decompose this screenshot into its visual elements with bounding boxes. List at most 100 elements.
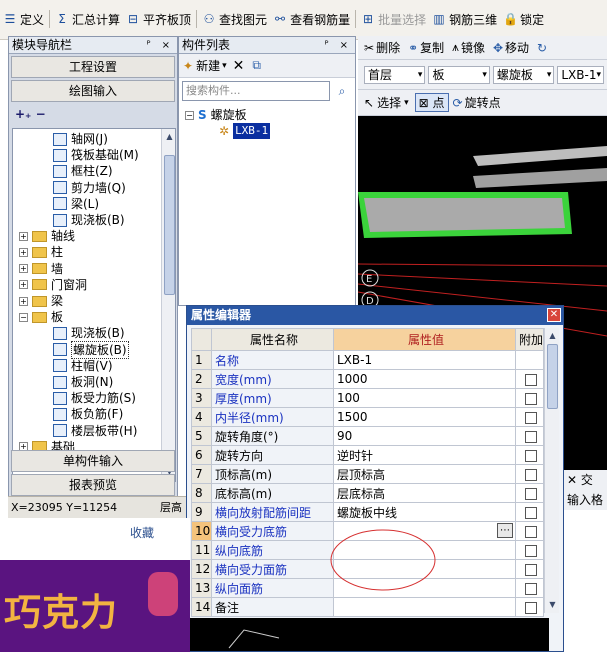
project-settings-button[interactable]: 工程设置	[11, 56, 175, 78]
add-checkbox[interactable]	[524, 487, 537, 500]
toolbar-button[interactable]: ☰ 定义	[0, 8, 47, 30]
add-checkbox[interactable]	[524, 544, 537, 557]
select-button[interactable]: 选择	[377, 94, 401, 111]
toolbar-button[interactable]: Σ 汇总计算	[52, 8, 123, 30]
subtype-select[interactable]: 螺旋板	[492, 65, 555, 84]
report-preview-button[interactable]: 报表预览	[11, 474, 175, 496]
input-label[interactable]: 输入格	[567, 493, 603, 507]
property-row[interactable]: 4 内半径(mm) 1500	[191, 407, 545, 427]
property-row[interactable]: 1 名称 LXB-1	[191, 350, 545, 370]
expand-icon[interactable]: +	[19, 264, 28, 274]
add-checkbox[interactable]	[524, 468, 537, 481]
nav-tree-item[interactable]: 梁(L)	[53, 196, 99, 212]
drawing-input-button[interactable]: 绘图输入	[11, 80, 175, 102]
add-checkbox[interactable]	[524, 449, 537, 462]
nav-tree-item[interactable]: 剪力墙(Q)	[53, 180, 126, 196]
nav-tree-item[interactable]: 板受力筋(S)	[53, 390, 136, 406]
type-select[interactable]: 板	[428, 65, 490, 84]
expand-icon[interactable]: +	[19, 280, 28, 290]
nav-tree-item[interactable]: + 墙	[19, 261, 63, 277]
scroll-up-icon[interactable]: ▲	[163, 130, 175, 143]
property-row[interactable]: 2 宽度(mm) 1000	[191, 369, 545, 389]
delete-icon[interactable]: ✕	[233, 58, 245, 74]
toolbar-button[interactable]: ⊞ 批量选择	[358, 8, 429, 30]
toolbar-button[interactable]: ▥ 钢筋三维	[429, 8, 500, 30]
copy-icon[interactable]: ⧉	[252, 58, 261, 73]
component-tree-root[interactable]: − S 螺旋板	[185, 107, 247, 123]
property-value[interactable]: 逆时针	[332, 445, 516, 465]
expand-icon[interactable]: +	[19, 247, 28, 257]
nav-tree-item[interactable]: 楼层板带(H)	[53, 423, 137, 439]
scroll-up-icon[interactable]: ▲	[546, 329, 559, 342]
mirror-button[interactable]: 镜像	[461, 39, 485, 56]
panel-controls[interactable]: ᴾ ×	[147, 37, 174, 54]
scroll-thumb[interactable]	[164, 155, 175, 295]
property-value[interactable]: 1000	[332, 369, 516, 389]
property-row[interactable]: 14 备注	[191, 597, 545, 617]
add-checkbox[interactable]	[524, 582, 537, 595]
copy-button[interactable]: 复制	[420, 39, 444, 56]
expand-icon[interactable]: +	[19, 231, 28, 241]
property-row[interactable]: 7 顶标高(m) 层顶标高	[191, 464, 545, 484]
add-checkbox[interactable]	[524, 601, 537, 614]
point-button[interactable]: ⊠ 点	[414, 93, 449, 112]
rotate-point-button[interactable]: 旋转点	[465, 94, 501, 111]
toolbar-button[interactable]: ⊟ 平齐板顶	[123, 8, 194, 30]
property-value[interactable]: LXB-1	[332, 350, 516, 370]
toolbar-button[interactable]: 🔒 锁定	[500, 8, 547, 30]
nav-tree-item[interactable]: + 门窗洞	[19, 277, 87, 293]
property-row[interactable]: 3 厚度(mm) 100	[191, 388, 545, 408]
expand-icon[interactable]: +	[19, 296, 28, 306]
collapse-icon[interactable]: −	[185, 110, 194, 120]
scroll-down-icon[interactable]: ▼	[546, 598, 559, 611]
new-button[interactable]: 新建	[196, 57, 220, 74]
ellipsis-button[interactable]: ⋯	[496, 523, 513, 538]
property-value[interactable]: 螺旋板中线	[332, 502, 516, 522]
nav-tree-item[interactable]: 现浇板(B)	[53, 212, 125, 228]
nav-tree-item[interactable]: + 轴线	[19, 228, 75, 244]
element-select[interactable]: LXB-1	[557, 65, 604, 84]
collapse-icon[interactable]: −	[19, 312, 28, 322]
nav-tree-item[interactable]: 现浇板(B)	[53, 325, 125, 341]
toolbar-button[interactable]: ⚯ 查看钢筋量	[270, 8, 353, 30]
nav-tree-item[interactable]: 筏板基础(M)	[53, 147, 139, 163]
property-row[interactable]: 6 旋转方向 逆时针	[191, 445, 545, 465]
add-checkbox[interactable]	[524, 430, 537, 443]
add-checkbox[interactable]	[524, 525, 537, 538]
promo-banner[interactable]: 巧克力	[0, 560, 190, 652]
nav-tree-scrollbar[interactable]: ▲ ▼	[161, 129, 175, 481]
add-checkbox[interactable]	[524, 392, 537, 405]
property-value[interactable]	[332, 597, 516, 617]
property-value[interactable]: 90	[332, 426, 516, 446]
property-value[interactable]: 1500	[332, 407, 516, 427]
move-button[interactable]: 移动	[505, 39, 529, 56]
nav-tree-item[interactable]: + 梁	[19, 293, 63, 309]
nav-tree-item[interactable]: 轴网(J)	[53, 131, 108, 147]
nav-tree-item[interactable]: 框柱(Z)	[53, 163, 113, 179]
property-value[interactable]: 100	[332, 388, 516, 408]
property-row[interactable]: 9 横向放射配筋间距 螺旋板中线	[191, 502, 545, 522]
search-input[interactable]: 搜索构件...	[182, 81, 330, 101]
new-dropdown-icon[interactable]: ▾	[222, 61, 227, 71]
add-checkbox[interactable]	[524, 563, 537, 576]
nav-tree-item[interactable]: − 板	[19, 309, 63, 325]
nav-tree-item[interactable]: 螺旋板(B)	[53, 340, 129, 359]
property-value[interactable]: 层底标高	[332, 483, 516, 503]
nav-tree-item[interactable]: + 柱	[19, 244, 63, 260]
rotate-icon[interactable]: ↻	[537, 41, 547, 55]
property-row[interactable]: 5 旋转角度(°) 90	[191, 426, 545, 446]
favorite-link[interactable]: 收藏	[130, 524, 154, 541]
panel-controls[interactable]: ᴾ ×	[325, 37, 352, 54]
nav-tree-item[interactable]: 板洞(N)	[53, 374, 113, 390]
floor-select[interactable]: 首层	[364, 65, 426, 84]
toolbar-button[interactable]: ⚇ 查找图元	[199, 8, 270, 30]
close-icon[interactable]: ✕	[547, 308, 561, 322]
property-scrollbar[interactable]: ▲ ▼	[544, 328, 559, 613]
property-row[interactable]: 8 底标高(m) 层底标高	[191, 483, 545, 503]
nav-tree-item[interactable]: 柱帽(V)	[53, 358, 113, 374]
nav-tree-item[interactable]: 板负筋(F)	[53, 406, 123, 422]
select-dropdown-icon[interactable]: ▾	[404, 98, 409, 108]
delete-button[interactable]: 删除	[376, 39, 400, 56]
add-checkbox[interactable]	[524, 506, 537, 519]
add-checkbox[interactable]	[524, 411, 537, 424]
